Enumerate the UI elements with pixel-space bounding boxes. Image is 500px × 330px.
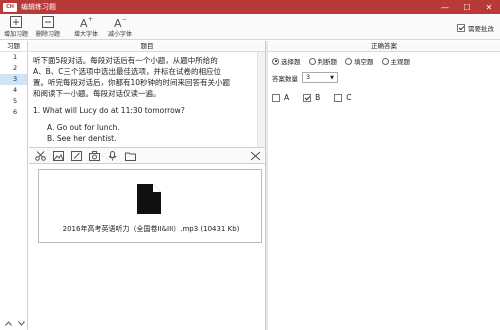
choice-label: B [315,93,321,102]
app-logo-icon: CH [3,2,17,12]
question-list-item[interactable]: 4 [0,85,27,96]
close-button[interactable]: ✕ [478,0,500,14]
chevron-down-icon: ▼ [330,75,334,81]
attachment-area: 2016年高考英语听力（全国卷II&III）.mp3 (10431 Kb) [29,164,265,330]
answer-panel-header: 正确答案 [268,41,500,52]
answer-count-row: 答案数量 3 ▼ [272,72,338,83]
question-instruction-line: A、B、C三个选项中选出最佳选项，并标在试卷的相应位 [33,67,222,76]
svg-text:A: A [80,17,88,28]
font-increase-label: 增大字体 [73,31,98,38]
question-list-item[interactable]: 6 [0,107,27,118]
needs-review-checkbox[interactable] [457,24,465,32]
file-icon [137,184,161,214]
attachment-file-card[interactable]: 2016年高考英语听力（全国卷II&III）.mp3 (10431 Kb) [38,169,262,243]
checkbox-checked-icon [303,93,312,102]
question-list-item[interactable]: 5 [0,96,27,107]
window-title: 编辑练习题 [21,3,56,11]
attachment-toolbar [29,147,265,164]
maximize-button[interactable]: ☐ [456,0,478,14]
audio-icon[interactable] [107,151,118,161]
answer-count-label: 答案数量 [272,74,298,83]
question-type-group: 选择题 判断题 填空题 主观题 [272,56,410,66]
font-increase-icon: A + [80,16,93,28]
type-multiple-choice[interactable]: 选择题 [272,56,301,66]
camera-icon[interactable] [89,151,100,161]
type-true-false[interactable]: 判断题 [308,56,338,66]
needs-review-label: 需要批改 [468,25,494,33]
window-controls: — ☐ ✕ [434,0,500,14]
question-list-item-selected[interactable]: 3 [0,74,27,85]
answer-count-select[interactable]: 3 ▼ [302,72,338,83]
svg-text:A: A [114,17,122,28]
question-list-item[interactable]: 2 [0,63,27,74]
font-decrease-icon: A − [114,16,127,28]
answer-choices: A B C [272,93,352,102]
question-instruction-line: 听下面5段对话。每段对话后有一个小题，从题中所给的 [33,56,218,65]
font-increase-button[interactable]: A + 增大字体 [72,16,100,38]
question-instruction-line: 置。听完每段对话后，你都有10秒钟的时间来回答有关小题 [33,78,231,87]
question-text-editor[interactable]: 听下面5段对话。每段对话后有一个小题，从题中所给的 A、B、C三个选项中选出最佳… [29,52,265,147]
delete-question-label: 删除习题 [35,31,60,38]
font-decrease-button[interactable]: A − 减小字体 [106,16,134,38]
scissors-icon[interactable] [35,151,46,161]
remove-icon [42,16,54,28]
question-scrollbar[interactable] [257,52,265,147]
add-question-button[interactable]: 增加习题 [2,16,30,38]
question-list-item[interactable]: 1 [0,52,27,63]
question-panel: 题目 听下面5段对话。每段对话后有一个小题，从题中所给的 A、B、C三个选项中选… [29,41,265,147]
checkbox-icon [272,93,280,102]
question-instruction-line: 和阅读下一小题。每段对话仅读一遍。 [33,89,161,98]
radio-icon [381,57,389,65]
minimize-button[interactable]: — [434,0,456,14]
question-option: B. See her dentist. [47,134,117,143]
question-prompt: 1. What will Lucy do at 11:30 tomorrow? [33,106,185,115]
type-label: 填空题 [354,58,374,66]
type-label: 判断题 [317,58,338,66]
title-bar: CH 编辑练习题 — ☐ ✕ [0,0,500,14]
type-subjective[interactable]: 主观题 [381,56,411,66]
edit-image-icon[interactable] [71,151,82,161]
choice-a[interactable]: A [272,93,289,102]
add-question-label: 增加习题 [3,31,28,38]
toolbar: 增加习题 删除习题 A + 增大字体 A − 减小字体 需要批改 [0,14,500,40]
move-up-icon[interactable] [5,321,12,326]
image-icon[interactable] [53,151,64,161]
attachment-file-name: 2016年高考英语听力（全国卷II&III）.mp3 (10431 Kb) [62,225,240,233]
question-list-panel: 习题 1 2 3 4 5 6 [0,41,28,330]
radio-icon [345,57,352,65]
choice-label: A [284,93,290,102]
choice-b[interactable]: B [303,93,320,102]
radio-selected-icon [272,57,279,65]
clear-attachment-icon[interactable] [250,151,261,161]
answer-count-value: 3 [306,73,311,81]
font-decrease-label: 减小字体 [107,31,132,38]
radio-icon [308,57,316,65]
needs-review-option[interactable]: 需要批改 [457,23,494,33]
reorder-controls [5,321,25,326]
question-panel-header: 题目 [29,41,265,52]
delete-question-button[interactable]: 删除习题 [34,16,62,38]
move-down-icon[interactable] [18,321,25,326]
checkbox-icon [334,93,343,102]
svg-text:−: − [122,16,127,23]
add-icon [10,16,22,28]
question-option: A. Go out for lunch. [47,123,120,132]
question-list-header: 习题 [0,41,27,52]
type-label: 选择题 [281,58,301,66]
choice-c[interactable]: C [334,93,352,102]
choice-label: C [346,93,352,102]
svg-text:+: + [88,16,93,23]
answer-panel: 正确答案 选择题 判断题 填空题 主观题 答案数量 3 ▼ A B C [268,41,500,330]
type-fill-blank[interactable]: 填空题 [345,56,374,66]
type-label: 主观题 [390,58,411,66]
folder-icon[interactable] [125,151,136,161]
